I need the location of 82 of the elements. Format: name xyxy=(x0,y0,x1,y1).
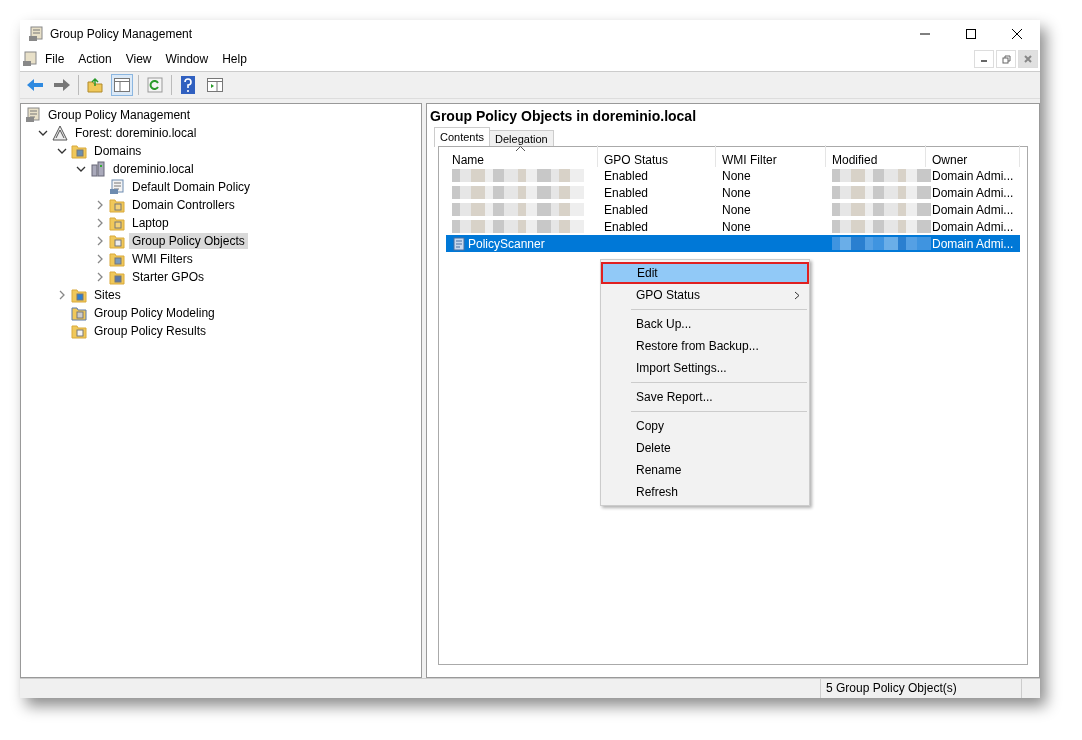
menu-item[interactable]: Rename xyxy=(601,459,809,481)
close-button[interactable] xyxy=(1018,50,1038,68)
status-text: 5 Group Policy Object(s) xyxy=(821,679,1022,698)
tree-item[interactable]: Domains xyxy=(91,143,145,159)
column-header[interactable]: Owner xyxy=(926,145,1020,167)
tree-triangle-icon xyxy=(52,125,68,141)
folder-icon xyxy=(71,323,87,339)
tree-item[interactable]: Starter GPOs xyxy=(129,269,208,285)
tree-item[interactable]: Group Policy Results xyxy=(91,323,210,339)
tree-pane-button[interactable] xyxy=(111,74,133,96)
menu-item[interactable]: File xyxy=(38,50,72,68)
tree-item[interactable]: Sites xyxy=(91,287,124,303)
buildings-icon xyxy=(90,161,106,177)
tree-item[interactable]: Forest: doreminio.local xyxy=(72,125,200,141)
sort-up-icon xyxy=(516,146,525,151)
menu-item[interactable]: Import Settings... xyxy=(601,357,809,379)
table-cell: None xyxy=(722,185,751,200)
table-row[interactable]: Enabled None Domain Admi... xyxy=(446,184,1020,201)
menu-item[interactable]: Back Up... xyxy=(601,313,809,335)
scroll-icon xyxy=(25,107,41,123)
table-cell: Domain Admi... xyxy=(932,202,1014,217)
table-cell: Domain Admi... xyxy=(932,219,1014,234)
menu-item[interactable]: Copy xyxy=(601,415,809,437)
panel-title: Group Policy Objects in doreminio.local xyxy=(430,108,698,124)
folder-icon xyxy=(71,305,87,321)
minimize-button[interactable] xyxy=(974,50,994,68)
tree-item[interactable]: Group Policy Modeling xyxy=(91,305,218,321)
table-cell: Enabled xyxy=(604,185,649,200)
table-row[interactable]: PolicyScanner Domain Admi... xyxy=(446,235,1020,252)
menu-item[interactable]: Delete xyxy=(601,437,809,459)
column-header[interactable]: Name xyxy=(446,145,598,167)
refresh-button[interactable] xyxy=(144,74,166,96)
tree-item[interactable]: Default Domain Policy xyxy=(129,179,254,195)
table-row[interactable]: Enabled None Domain Admi... xyxy=(446,201,1020,218)
restore-icon xyxy=(1001,54,1011,64)
menu-item[interactable]: Restore from Backup... xyxy=(601,335,809,357)
table-row[interactable]: Enabled None Domain Admi... xyxy=(446,218,1020,235)
maximize-icon xyxy=(966,28,976,39)
table-cell: Enabled xyxy=(604,219,649,234)
tab[interactable]: Contents xyxy=(434,127,491,147)
table-cell: PolicyScanner xyxy=(468,236,545,251)
menu-item[interactable]: GPO Status xyxy=(601,284,809,306)
tree-item[interactable]: Domain Controllers xyxy=(129,197,238,213)
tree-item[interactable]: Group Policy Objects xyxy=(129,233,248,249)
restore-button[interactable] xyxy=(996,50,1016,68)
menu-item[interactable]: Refresh xyxy=(601,481,809,503)
table-cell: None xyxy=(722,202,751,217)
menu-item[interactable]: Save Report... xyxy=(601,386,809,408)
scroll-icon xyxy=(28,25,44,42)
scroll-icon xyxy=(109,179,125,195)
menu-item[interactable]: Window xyxy=(158,50,216,68)
tree-item[interactable]: doreminio.local xyxy=(110,161,197,177)
tree-item[interactable]: WMI Filters xyxy=(129,251,196,267)
menu-item[interactable]: View xyxy=(118,50,159,68)
folder-icon xyxy=(109,197,125,213)
folder-icon xyxy=(109,233,125,249)
window-title: Group Policy Management xyxy=(50,26,194,41)
close-icon xyxy=(1024,55,1032,63)
table-cell: None xyxy=(722,219,751,234)
scroll-icon xyxy=(452,236,465,251)
folder-icon xyxy=(71,287,87,303)
folder-icon xyxy=(109,251,125,267)
menu-item[interactable]: Help xyxy=(215,50,254,68)
table-cell: None xyxy=(722,168,751,183)
tree-item[interactable]: Group Policy Management xyxy=(45,107,194,123)
table-cell: Enabled xyxy=(604,202,649,217)
folder-icon xyxy=(71,143,87,159)
column-header[interactable]: Modified xyxy=(826,145,926,167)
tree-item[interactable]: Laptop xyxy=(129,215,172,231)
table-cell: Domain Admi... xyxy=(932,185,1014,200)
folder-icon xyxy=(109,269,125,285)
table-cell: Enabled xyxy=(604,168,649,183)
menu-item[interactable]: Edit xyxy=(601,262,809,284)
column-header[interactable]: GPO Status xyxy=(598,145,716,167)
table-cell: Domain Admi... xyxy=(932,236,1014,251)
menu-item[interactable]: Action xyxy=(71,50,119,68)
column-header[interactable]: WMI Filter xyxy=(716,145,826,167)
scroll-icon[interactable] xyxy=(22,51,38,67)
close-icon xyxy=(1012,28,1022,39)
folder-icon xyxy=(109,215,125,231)
table-row[interactable]: Enabled None Domain Admi... xyxy=(446,167,1020,184)
table-cell: Domain Admi... xyxy=(932,168,1014,183)
